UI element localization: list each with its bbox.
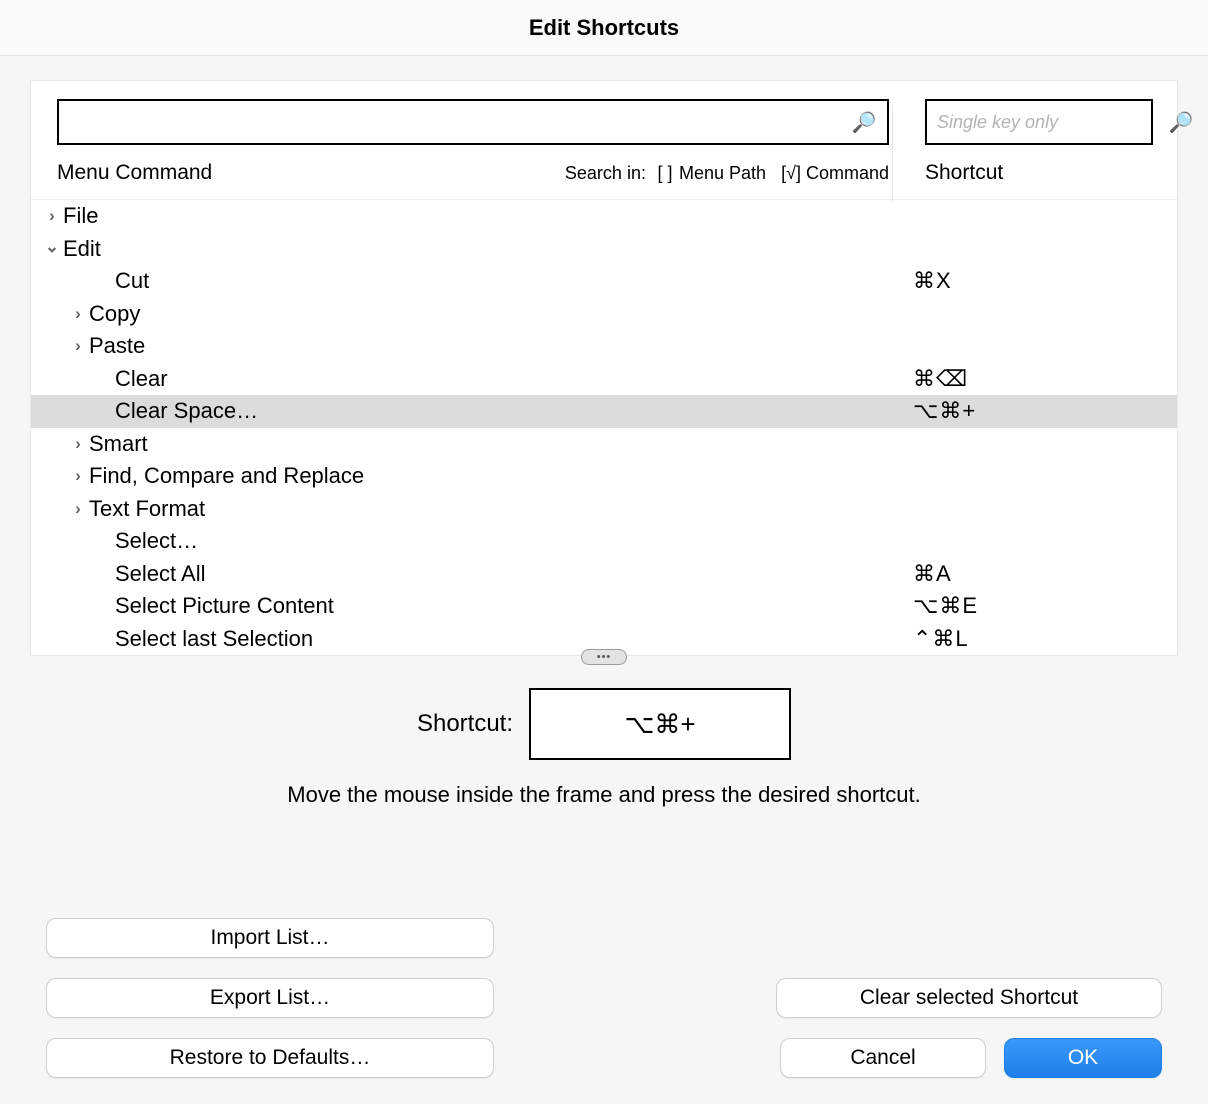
tree-row[interactable]: Cut⌘X [31,265,1177,298]
command-name: Edit [63,233,913,266]
tree-row[interactable]: Select All⌘A [31,558,1177,591]
shortcut-tree[interactable]: FileEditCut⌘XCopyPasteClear⌘⌫Clear Space… [31,199,1177,655]
search-icon: 🔍 [852,110,877,135]
export-button[interactable]: Export List… [46,978,494,1018]
tree-row[interactable]: Select Picture Content⌥⌘E [31,590,1177,623]
command-shortcut: ⌘A [913,558,1153,591]
search-in-controls: Search in: [ ] Menu Path [√] Command [565,163,889,184]
tree-row[interactable]: Smart [31,428,1177,461]
menu-search-box[interactable]: 🔍 [57,99,889,145]
tree-row[interactable]: Select… [31,525,1177,558]
command-name: Text Format [89,493,913,526]
ellipsis-icon: ••• [581,649,627,665]
command-shortcut: ⌘⌫ [913,363,1153,396]
command-name: Smart [89,428,913,461]
tree-row[interactable]: Clear Space…⌥⌘+ [31,395,1177,428]
command-name: Clear Space… [115,395,913,428]
menu-search-input[interactable] [69,101,852,143]
command-name: Select Picture Content [115,590,913,623]
menu-path-checkbox[interactable]: [ ] [656,163,674,184]
cancel-button[interactable]: Cancel [780,1038,986,1078]
command-shortcut: ⌥⌘E [913,590,1153,623]
command-label[interactable]: Command [806,163,889,183]
chevron-right-icon[interactable] [67,330,89,363]
command-shortcut: ⌥⌘+ [913,395,1153,428]
shortcuts-panel: 🔍 🔍 Menu Command Search in: [ ] Menu Pat… [30,80,1178,656]
shortcut-field-label: Shortcut: [417,710,513,738]
tree-row[interactable]: Find, Compare and Replace [31,460,1177,493]
chevron-right-icon[interactable] [67,460,89,493]
menu-path-label[interactable]: Menu Path [679,163,766,183]
command-name: Select All [115,558,913,591]
chevron-right-icon[interactable] [67,428,89,461]
command-name: Copy [89,298,913,331]
command-checkbox[interactable]: [√] [781,163,801,184]
shortcut-search-box[interactable]: 🔍 [925,99,1153,145]
menu-command-header: Menu Command [57,161,212,185]
shortcut-capture-field[interactable]: ⌥⌘+ [529,688,791,760]
chevron-right-icon[interactable] [67,298,89,331]
tree-row[interactable]: Copy [31,298,1177,331]
tree-row[interactable]: Clear⌘⌫ [31,363,1177,396]
search-icon: 🔍 [1169,110,1194,135]
resize-handle[interactable]: ••• [0,649,1208,663]
command-name: Find, Compare and Replace [89,460,913,493]
command-name: Clear [115,363,913,396]
chevron-right-icon[interactable] [67,493,89,526]
search-in-label: Search in: [565,163,646,183]
import-button[interactable]: Import List… [46,918,494,958]
chevron-right-icon[interactable] [41,200,63,233]
tree-row[interactable]: File [31,200,1177,233]
tree-row[interactable]: Edit [31,233,1177,266]
command-name: Cut [115,265,913,298]
command-name: Paste [89,330,913,363]
shortcut-search-input[interactable] [937,101,1169,143]
restore-button[interactable]: Restore to Defaults… [46,1038,494,1078]
window-title: Edit Shortcuts [0,0,1208,56]
shortcut-header: Shortcut [925,161,1003,184]
shortcut-hint: Move the mouse inside the frame and pres… [287,782,920,808]
tree-row[interactable]: Text Format [31,493,1177,526]
tree-row[interactable]: Paste [31,330,1177,363]
command-name: File [63,200,913,233]
chevron-down-icon[interactable] [41,233,63,266]
command-shortcut: ⌘X [913,265,1153,298]
clear-shortcut-button[interactable]: Clear selected Shortcut [776,978,1162,1018]
command-name: Select… [115,525,913,558]
ok-button[interactable]: OK [1004,1038,1162,1078]
